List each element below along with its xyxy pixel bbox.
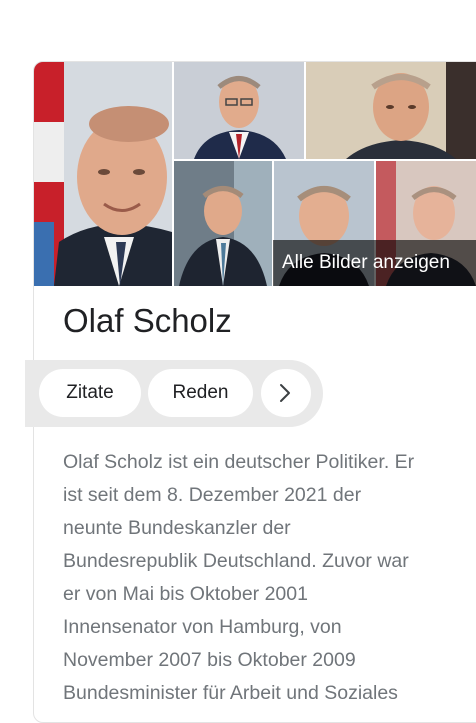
chip-zitate[interactable]: Zitate xyxy=(39,369,141,417)
description-line: Olaf Scholz ist ein deutscher Politiker.… xyxy=(63,451,415,473)
description-line: November 2007 bis Oktober 2009 xyxy=(63,649,356,671)
chips-next-button[interactable] xyxy=(261,369,311,417)
all-images-button[interactable]: Alle Bilder anzeigen xyxy=(273,240,476,286)
portrait-photo-icon xyxy=(34,62,172,286)
description-line: ist seit dem 8. Dezember 2021 der xyxy=(63,484,362,506)
description-line: neunte Bundeskanzler der xyxy=(63,517,291,539)
chevron-right-icon xyxy=(280,384,290,402)
description-line: Bundesrepublik Deutschland. Zuvor war xyxy=(63,550,409,572)
portrait-photo-icon xyxy=(174,161,272,286)
description-line: Innensenator von Hamburg, von xyxy=(63,616,342,638)
entity-description: Olaf Scholz ist ein deutscher Politiker.… xyxy=(63,446,453,710)
portrait-photo-icon xyxy=(174,62,304,159)
description-line: er von Mai bis Oktober 2001 xyxy=(63,583,308,605)
image-tile-1[interactable] xyxy=(34,62,172,286)
image-tile-4[interactable] xyxy=(174,161,272,286)
chip-reden[interactable]: Reden xyxy=(148,369,253,417)
entity-title: Olaf Scholz xyxy=(63,302,232,339)
description-line: Bundesminister für Arbeit und Soziales xyxy=(63,682,398,704)
image-tile-3[interactable] xyxy=(306,62,476,159)
portrait-photo-icon xyxy=(306,62,476,159)
chip-scroller: Zitate Reden xyxy=(25,360,323,427)
image-tile-2[interactable] xyxy=(174,62,304,159)
